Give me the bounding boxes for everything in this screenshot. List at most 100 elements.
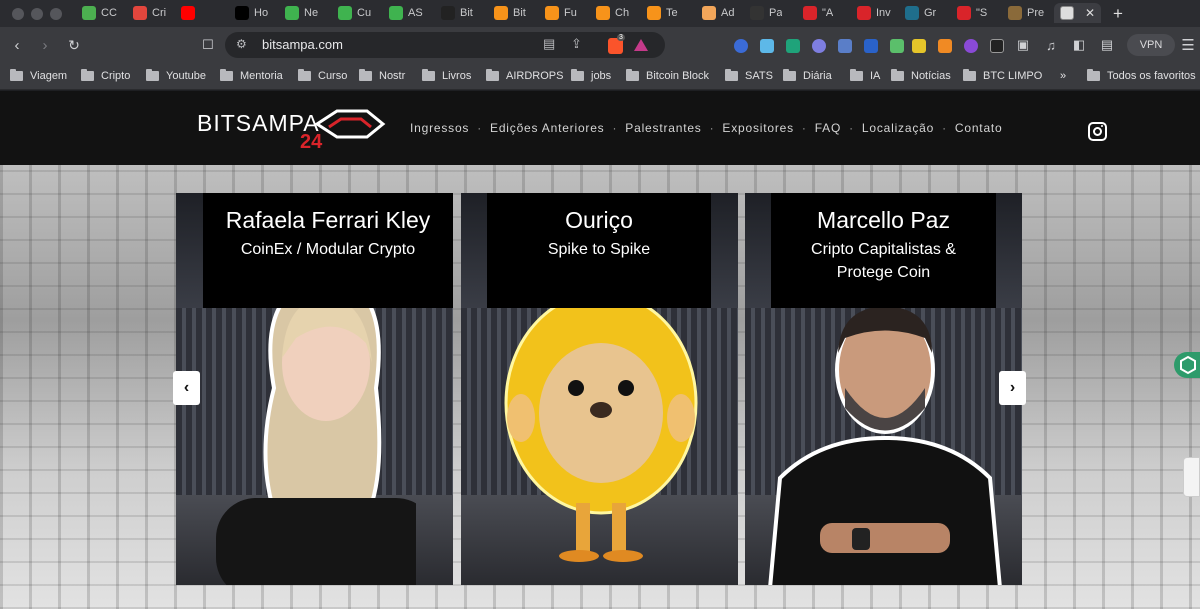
extension-icon[interactable] xyxy=(890,39,904,53)
browser-tab[interactable]: "A xyxy=(803,3,833,23)
browser-tab[interactable]: Bit xyxy=(441,3,473,23)
bookmark-folder[interactable]: IA xyxy=(850,68,880,84)
browser-tab[interactable]: AS xyxy=(389,3,423,23)
bookmark-folder[interactable]: Mentoria xyxy=(220,68,283,84)
site-settings-icon[interactable]: ⚙ xyxy=(236,37,247,51)
bookmark-page-icon[interactable]: ☐ xyxy=(198,35,218,55)
nav-link[interactable]: Contato xyxy=(955,121,1003,135)
speaker-company: Cripto Capitalistas & Protege Coin xyxy=(811,241,956,281)
brave-rewards-icon[interactable] xyxy=(634,39,648,51)
window-minimize-button[interactable] xyxy=(31,8,43,20)
extension-icon[interactable] xyxy=(864,39,878,53)
vpn-button[interactable]: VPN xyxy=(1127,34,1175,56)
browser-tab[interactable]: Cri xyxy=(133,3,166,23)
browser-tab[interactable]: Pre xyxy=(1008,3,1044,23)
browser-tab[interactable]: Ho xyxy=(235,3,268,23)
extensions-puzzle-icon[interactable]: ▣ xyxy=(1013,35,1033,55)
bookmark-label: Youtube xyxy=(166,70,206,82)
browser-tab[interactable] xyxy=(181,3,200,23)
instagram-icon[interactable] xyxy=(1088,122,1107,141)
bookmark-folder[interactable]: Curso xyxy=(298,68,347,84)
menu-icon[interactable]: ☰ xyxy=(1178,35,1198,55)
folder-icon xyxy=(725,69,738,81)
tab-title: Pre xyxy=(1027,7,1045,19)
wallet-icon[interactable]: ▤ xyxy=(1097,35,1117,55)
bookmark-folder[interactable]: Livros xyxy=(422,68,471,84)
bookmark-folder[interactable]: AIRDROPS xyxy=(486,68,563,84)
browser-tab[interactable]: Te xyxy=(647,3,678,23)
nav-separator: · xyxy=(709,121,715,135)
extension-icon[interactable] xyxy=(912,39,926,53)
browser-tab[interactable]: Bit xyxy=(494,3,526,23)
speaker-card[interactable]: Ouriço Spike to Spike xyxy=(461,193,738,585)
tab-title: "A xyxy=(822,7,834,19)
window-maximize-button[interactable] xyxy=(50,8,62,20)
forward-button[interactable]: › xyxy=(35,35,55,55)
nav-link[interactable]: Palestrantes xyxy=(625,121,701,135)
share-icon[interactable]: ⇪ xyxy=(571,36,582,52)
browser-tab[interactable]: Fu xyxy=(545,3,577,23)
extension-icon[interactable] xyxy=(760,39,774,53)
metamask-icon[interactable] xyxy=(938,39,952,53)
url-bar[interactable]: ⚙ bitsampa.com ▤ ⇪ xyxy=(225,32,665,58)
nav-link[interactable]: Localização xyxy=(862,121,934,135)
back-button[interactable]: ‹ xyxy=(7,35,27,55)
carousel-next-button[interactable]: › xyxy=(999,371,1026,405)
carousel-prev-button[interactable]: ‹ xyxy=(173,371,200,405)
bookmark-folder[interactable]: Bitcoin Block xyxy=(626,68,709,84)
extension-icon[interactable] xyxy=(838,39,852,53)
nav-link[interactable]: Edições Anteriores xyxy=(490,121,604,135)
bookmark-folder[interactable]: Cripto xyxy=(81,68,130,84)
floating-widget-button[interactable] xyxy=(1174,352,1200,378)
bookmark-folder[interactable]: Diária xyxy=(783,68,832,84)
bookmarks-more-button[interactable]: » xyxy=(1060,68,1066,84)
browser-tab[interactable]: Ch xyxy=(596,3,629,23)
all-bookmarks-folder[interactable]: Todos os favoritos xyxy=(1087,68,1196,84)
extension-icon[interactable] xyxy=(812,39,826,53)
extension-icon[interactable] xyxy=(964,39,978,53)
close-tab-icon[interactable]: ✕ xyxy=(1085,6,1095,20)
extension-icon[interactable] xyxy=(786,39,800,53)
new-tab-button[interactable]: + xyxy=(1113,4,1123,24)
folder-icon xyxy=(850,69,863,81)
hexagon-icon xyxy=(1180,355,1196,375)
speaker-card[interactable]: Marcello Paz Cripto Capitalistas & Prote… xyxy=(745,193,1022,585)
browser-tab[interactable]: Cu xyxy=(338,3,371,23)
browser-tab[interactable]: Pa xyxy=(750,3,782,23)
bookmark-folder[interactable]: Youtube xyxy=(146,68,206,84)
bookmark-folder[interactable]: Notícias xyxy=(891,68,951,84)
extension-icon[interactable] xyxy=(990,39,1004,53)
bookmark-folder[interactable]: Viagem xyxy=(10,68,67,84)
active-tab[interactable]: ✕ xyxy=(1054,3,1102,23)
folder-icon xyxy=(891,69,904,81)
speaker-card[interactable]: Rafaela Ferrari Kley CoinEx / Modular Cr… xyxy=(176,193,453,585)
side-tab-widget[interactable] xyxy=(1183,457,1200,497)
browser-tab[interactable]: Inv xyxy=(857,3,891,23)
folder-icon xyxy=(220,69,233,81)
browser-tab[interactable]: Gr xyxy=(905,3,936,23)
browser-tab[interactable]: "S xyxy=(957,3,987,23)
nav-separator: · xyxy=(612,121,618,135)
browser-tab[interactable]: Ne xyxy=(285,3,318,23)
chevron-right-icon: › xyxy=(1009,379,1016,396)
reader-mode-icon[interactable]: ▤ xyxy=(543,36,555,52)
url-text[interactable]: bitsampa.com xyxy=(262,37,343,52)
bookmark-label: AIRDROPS xyxy=(506,70,564,82)
browser-tab[interactable]: CC xyxy=(82,3,117,23)
reload-button[interactable]: ↻ xyxy=(64,35,84,55)
bookmark-label: Viagem xyxy=(30,70,68,82)
bitsampa-logo[interactable]: BITSAMPA 24 xyxy=(197,109,387,155)
nav-link[interactable]: FAQ xyxy=(815,121,841,135)
browser-tab-bar: CC Cri Ho Ne Cu AS Bit Bit Fu Ch Te Ad Pa "A Inv Gr "S Pr… xyxy=(0,0,1200,27)
browser-tab[interactable]: Ad xyxy=(702,3,734,23)
nav-link[interactable]: Ingressos xyxy=(410,121,469,135)
extension-icon[interactable] xyxy=(734,39,748,53)
bookmark-folder[interactable]: jobs xyxy=(571,68,611,84)
bookmark-folder[interactable]: Nostr xyxy=(359,68,405,84)
bookmark-folder[interactable]: BTC LIMPO xyxy=(963,68,1042,84)
window-close-button[interactable] xyxy=(12,8,24,20)
nav-link[interactable]: Expositores xyxy=(722,121,794,135)
bookmark-folder[interactable]: SATS xyxy=(725,68,773,84)
media-icon[interactable]: ♫ xyxy=(1041,35,1061,55)
sidebar-icon[interactable]: ◧ xyxy=(1069,35,1089,55)
